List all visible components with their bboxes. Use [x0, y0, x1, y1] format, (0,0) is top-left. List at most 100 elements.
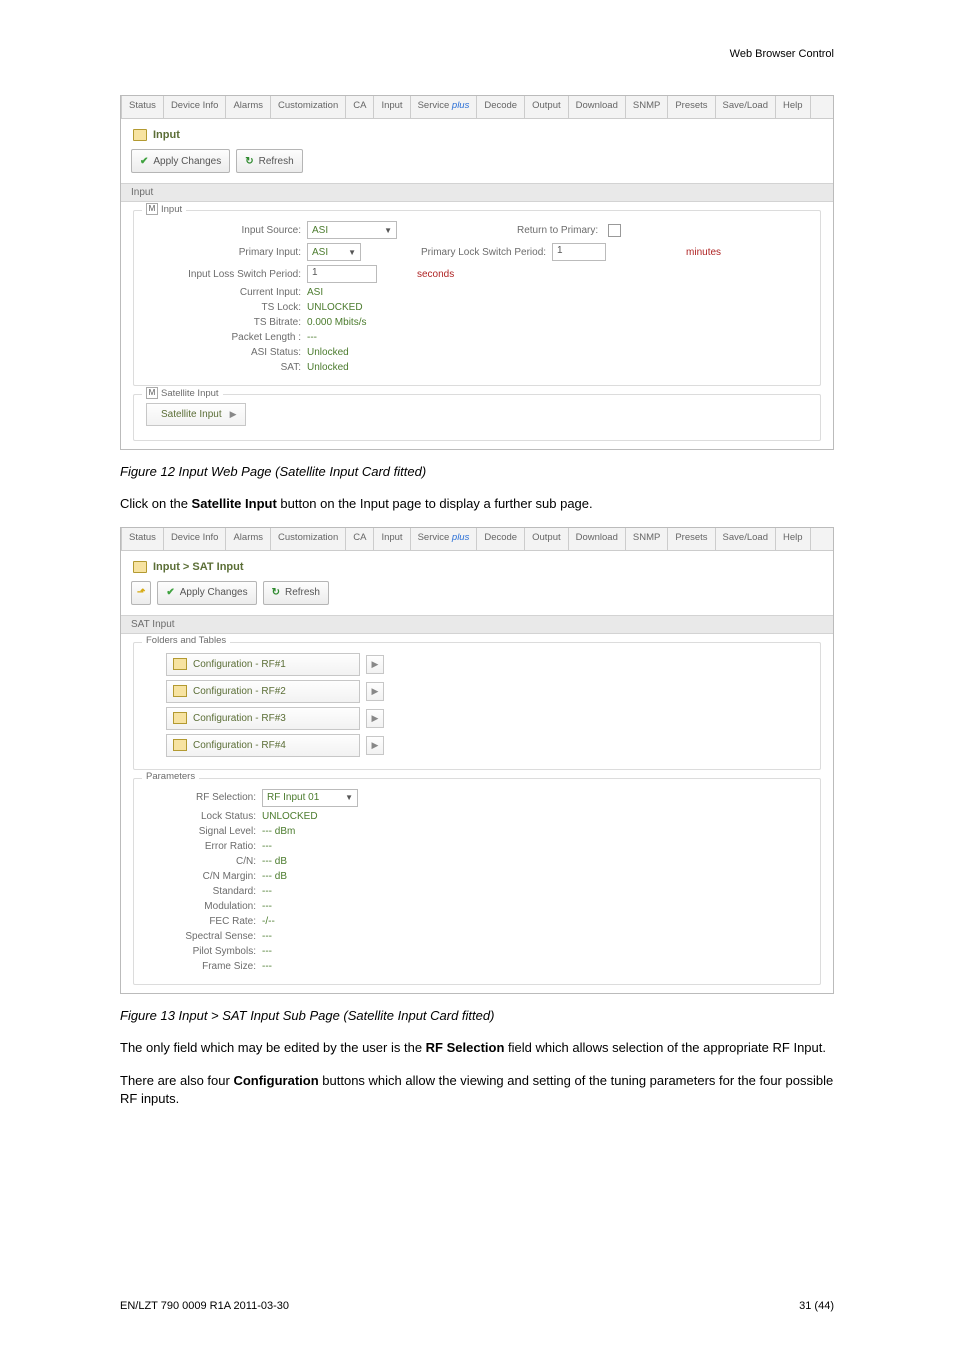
lbl-ts-lock: TS Lock: [146, 302, 307, 313]
lbl-ts-bitrate: TS Bitrate: [146, 317, 307, 328]
fieldset-input: MInput Input Source: ASI▼ Return to Prim… [133, 210, 821, 386]
primary-period-input[interactable]: 1 [552, 243, 606, 261]
val-pilot-symbols: --- [262, 946, 272, 957]
lbl-standard: Standard: [146, 886, 262, 897]
apply-changes-button[interactable]: ✔ Apply Changes [157, 581, 256, 605]
footer-page-number: 31 (44) [799, 1300, 834, 1312]
tab-output[interactable]: Output [525, 528, 569, 550]
lbl-cn-margin: C/N Margin: [146, 871, 262, 882]
lbl-cn: C/N: [146, 856, 262, 867]
tab-alarms[interactable]: Alarms [226, 96, 271, 118]
val-standard: --- [262, 886, 272, 897]
refresh-icon: ↻ [245, 156, 253, 167]
arrow-right-icon[interactable]: ▶ [366, 682, 384, 701]
lbl-asi-status: ASI Status: [146, 347, 307, 358]
tab-input[interactable]: Input [374, 528, 410, 550]
section-header-sat-input: SAT Input [121, 615, 833, 634]
lbl-current-input: Current Input: [146, 287, 307, 298]
arrow-right-icon[interactable]: ▶ [366, 655, 384, 674]
tab-service-plus[interactable]: Service plus [411, 528, 478, 550]
tabstrip: Status Device Info Alarms Customization … [121, 528, 833, 551]
tab-service-plus[interactable]: Service plus [411, 96, 478, 118]
footer-left: EN/LZT 790 0009 R1A 2011-03-30 [120, 1300, 289, 1312]
body-paragraph-1: Click on the Satellite Input button on t… [120, 495, 834, 513]
up-button[interactable]: ⬏ [131, 581, 151, 605]
folder-icon [173, 685, 187, 697]
tab-device-info[interactable]: Device Info [164, 528, 227, 550]
arrow-right-icon[interactable]: ▶ [366, 736, 384, 755]
m-badge-icon: M [146, 387, 158, 399]
return-primary-checkbox[interactable] [608, 224, 621, 237]
tab-customization[interactable]: Customization [271, 528, 346, 550]
val-spectral-sense: --- [262, 931, 272, 942]
loss-period-input[interactable]: 1 [307, 265, 377, 283]
lbl-pilot-symbols: Pilot Symbols: [146, 946, 262, 957]
refresh-button[interactable]: ↻ Refresh [236, 149, 302, 173]
arrow-right-icon: ▶ [230, 409, 237, 420]
lbl-primary-input: Primary Input: [146, 247, 307, 258]
tab-output[interactable]: Output [525, 96, 569, 118]
val-frame-size: --- [262, 961, 272, 972]
folder-icon [133, 129, 147, 141]
folder-icon [173, 712, 187, 724]
screenshot-input-page: Status Device Info Alarms Customization … [120, 95, 834, 450]
satellite-input-button[interactable]: Satellite Input ▶ [146, 403, 246, 426]
val-ts-bitrate: 0.000 Mbits/s [307, 317, 366, 328]
apply-changes-button[interactable]: ✔ Apply Changes [131, 149, 230, 173]
tab-device-info[interactable]: Device Info [164, 96, 227, 118]
tab-download[interactable]: Download [569, 96, 626, 118]
val-modulation: --- [262, 901, 272, 912]
val-ts-lock: UNLOCKED [307, 302, 363, 313]
tab-presets[interactable]: Presets [668, 96, 715, 118]
chevron-down-icon: ▼ [384, 226, 392, 235]
folder-icon [173, 739, 187, 751]
tab-customization[interactable]: Customization [271, 96, 346, 118]
config-rf1-button[interactable]: Configuration - RF#1 [166, 653, 360, 676]
tab-decode[interactable]: Decode [477, 528, 525, 550]
arrow-right-icon[interactable]: ▶ [366, 709, 384, 728]
lbl-fec-rate: FEC Rate: [146, 916, 262, 927]
tab-save-load[interactable]: Save/Load [716, 528, 776, 550]
input-source-select[interactable]: ASI▼ [307, 221, 397, 239]
page-footer: EN/LZT 790 0009 R1A 2011-03-30 31 (44) [120, 1300, 834, 1312]
config-rf4-button[interactable]: Configuration - RF#4 [166, 734, 360, 757]
tab-presets[interactable]: Presets [668, 528, 715, 550]
val-error-ratio: --- [262, 841, 272, 852]
lbl-signal-level: Signal Level: [146, 826, 262, 837]
refresh-button[interactable]: ↻ Refresh [263, 581, 329, 605]
body-paragraph-2: The only field which may be edited by th… [120, 1039, 834, 1057]
header-section: Web Browser Control [730, 48, 834, 60]
lbl-modulation: Modulation: [146, 901, 262, 912]
val-pkt-len: --- [307, 332, 317, 343]
val-lock-status: UNLOCKED [262, 811, 318, 822]
config-rf3-button[interactable]: Configuration - RF#3 [166, 707, 360, 730]
tab-ca[interactable]: CA [346, 528, 374, 550]
lbl-error-ratio: Error Ratio: [146, 841, 262, 852]
tab-ca[interactable]: CA [346, 96, 374, 118]
rf-selection-select[interactable]: RF Input 01▼ [262, 789, 358, 807]
tab-status[interactable]: Status [121, 528, 164, 550]
fieldset-parameters: Parameters RF Selection: RF Input 01▼ Lo… [133, 778, 821, 985]
config-rf2-button[interactable]: Configuration - RF#2 [166, 680, 360, 703]
tab-input[interactable]: Input [374, 96, 410, 118]
chevron-down-icon: ▼ [348, 248, 356, 257]
tab-alarms[interactable]: Alarms [226, 528, 271, 550]
tab-help[interactable]: Help [776, 96, 811, 118]
lbl-lock-status: Lock Status: [146, 811, 262, 822]
tab-save-load[interactable]: Save/Load [716, 96, 776, 118]
val-asi-status: Unlocked [307, 347, 349, 358]
breadcrumb: Input > SAT Input [121, 551, 833, 575]
tab-decode[interactable]: Decode [477, 96, 525, 118]
lbl-frame-size: Frame Size: [146, 961, 262, 972]
val-cn-margin: --- dB [262, 871, 287, 882]
tab-snmp[interactable]: SNMP [626, 96, 668, 118]
tab-download[interactable]: Download [569, 528, 626, 550]
tab-status[interactable]: Status [121, 96, 164, 118]
primary-input-select[interactable]: ASI▼ [307, 243, 361, 261]
lbl-return-primary: Return to Primary: [517, 225, 604, 236]
tab-help[interactable]: Help [776, 528, 811, 550]
fieldset-folders-tables: Folders and Tables Configuration - RF#1▶… [133, 642, 821, 770]
unit-seconds: seconds [417, 269, 454, 280]
tab-snmp[interactable]: SNMP [626, 528, 668, 550]
lbl-pkt-len: Packet Length : [146, 332, 307, 343]
